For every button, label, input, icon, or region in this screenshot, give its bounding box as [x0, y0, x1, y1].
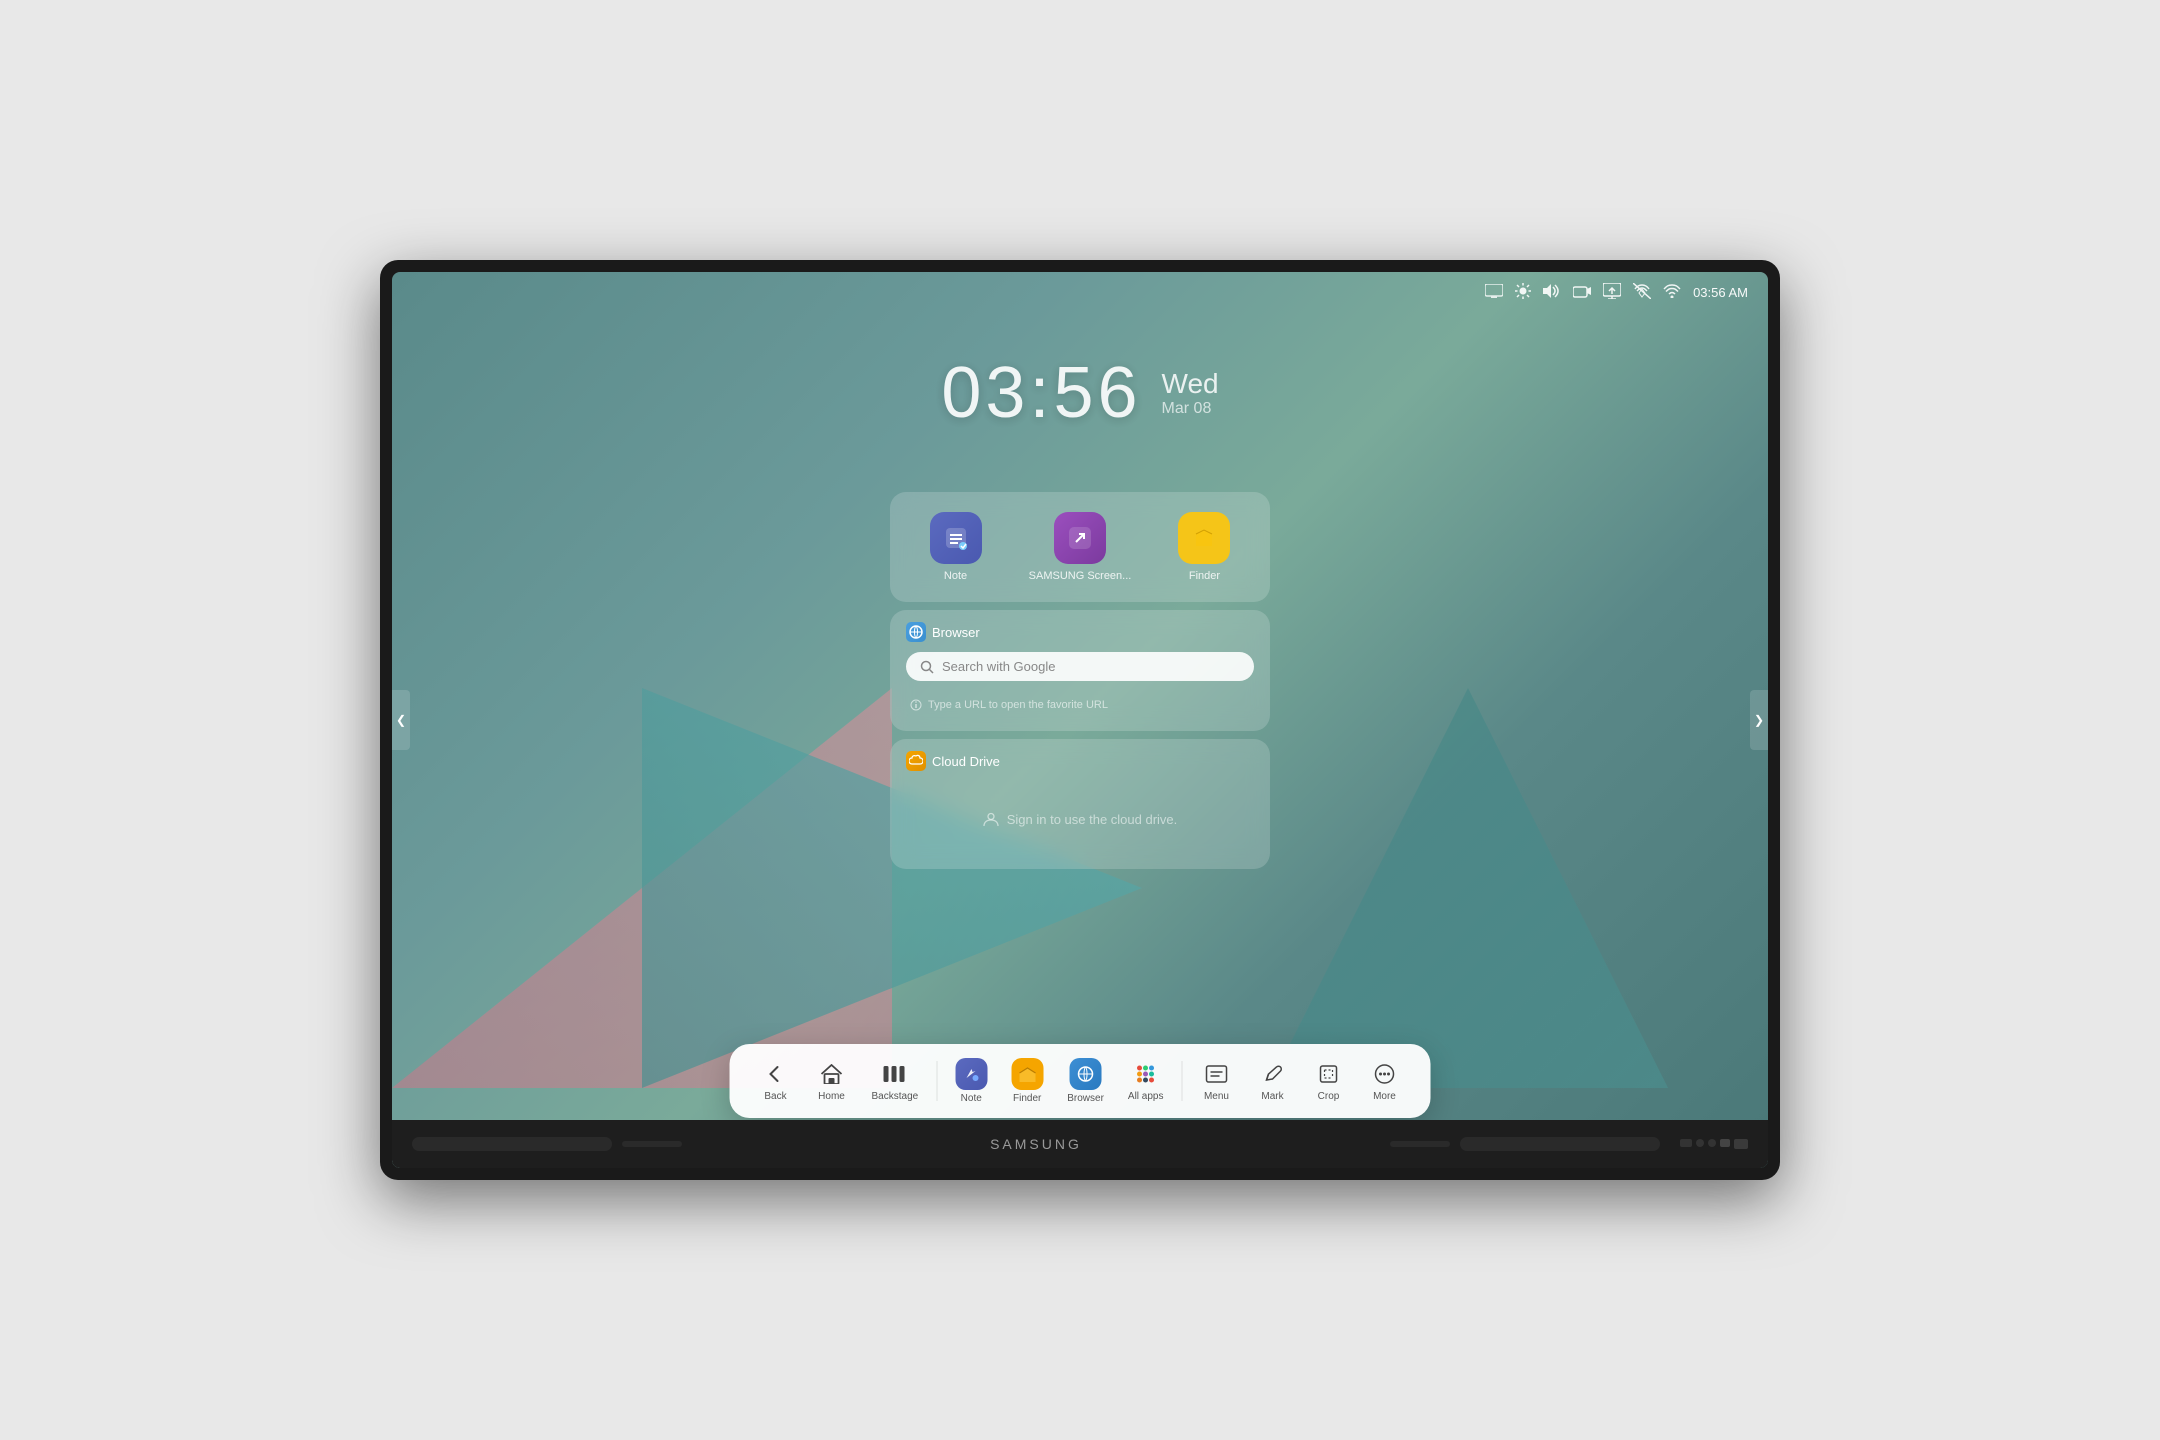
volume-icon[interactable] [1543, 284, 1561, 301]
speaker-right [1460, 1137, 1660, 1151]
app-item-samsung-screen[interactable]: SAMSUNG Screen... [1029, 512, 1132, 582]
apps-card: Note SAMSUNG Screen... [890, 492, 1270, 602]
mark-label: Mark [1261, 1091, 1283, 1102]
browser-taskbar-icon [1070, 1058, 1102, 1090]
taskbar-mark[interactable]: Mark [1246, 1054, 1298, 1108]
home-icon [818, 1060, 846, 1088]
side-handle-right[interactable]: ❯ [1750, 690, 1768, 750]
clock-time: 03:56 [941, 352, 1141, 434]
bottom-btn-right [1390, 1141, 1450, 1147]
more-icon [1370, 1060, 1398, 1088]
backstage-label: Backstage [872, 1091, 919, 1102]
menu-label: Menu [1204, 1091, 1229, 1102]
clock-monthday: Mar 08 [1162, 400, 1219, 418]
tv-bottom-bezel: SAMSUNG [392, 1120, 1768, 1168]
taskbar-more[interactable]: More [1358, 1054, 1410, 1108]
taskbar-crop[interactable]: Crop [1302, 1054, 1354, 1108]
tv-screen: 03:56 AM 03:56 Wed Mar 08 [392, 272, 1768, 1168]
browser-card-header: Browser [906, 622, 1254, 642]
bg-shape-dark [1268, 688, 1668, 1088]
menu-icon [1202, 1060, 1230, 1088]
allapps-label: All apps [1128, 1091, 1164, 1102]
browser-taskbar-label: Browser [1067, 1093, 1104, 1104]
taskbar-menu[interactable]: Menu [1190, 1054, 1242, 1108]
user-icon [983, 811, 999, 827]
back-label: Back [764, 1091, 786, 1102]
status-bar: 03:56 AM [392, 272, 1768, 312]
cloud-card-header: Cloud Drive [906, 751, 1254, 771]
browser-header-icon [906, 622, 926, 642]
back-icon [762, 1060, 790, 1088]
brightness-icon[interactable] [1515, 283, 1531, 302]
taskbar-divider-2 [1181, 1061, 1182, 1101]
screen-mirroring-icon[interactable] [1485, 284, 1503, 301]
browser-hint: Type a URL to open the favorite URL [906, 691, 1254, 719]
note-taskbar-icon [955, 1058, 987, 1090]
backstage-icon [881, 1060, 909, 1088]
samsung-screen-icon[interactable] [1054, 512, 1106, 564]
browser-hint-text: Type a URL to open the favorite URL [928, 699, 1108, 711]
note-app-icon[interactable] [930, 512, 982, 564]
app-item-note[interactable]: Note [930, 512, 982, 582]
samsung-screen-label: SAMSUNG Screen... [1029, 570, 1132, 582]
cloud-signin-area[interactable]: Sign in to use the cloud drive. [906, 781, 1254, 857]
hint-icon [910, 699, 922, 711]
crop-label: Crop [1318, 1091, 1340, 1102]
bottom-btn-left [622, 1141, 682, 1147]
cloud-header-icon [906, 751, 926, 771]
taskbar-back[interactable]: Back [750, 1054, 802, 1108]
status-time: 03:56 AM [1693, 285, 1748, 300]
taskbar-browser[interactable]: Browser [1057, 1052, 1114, 1110]
tv-device: 03:56 AM 03:56 Wed Mar 08 [380, 260, 1780, 1180]
finder-app-label: Finder [1189, 570, 1220, 582]
network-block-icon[interactable] [1633, 283, 1651, 302]
cards-area: Note SAMSUNG Screen... [890, 492, 1270, 869]
note-app-label: Note [944, 570, 967, 582]
taskbar-backstage[interactable]: Backstage [862, 1054, 929, 1108]
finder-taskbar-label: Finder [1013, 1093, 1041, 1104]
cloud-signin-text: Sign in to use the cloud drive. [1007, 812, 1178, 827]
search-placeholder: Search with Google [942, 659, 1055, 674]
home-label: Home [818, 1091, 845, 1102]
finder-taskbar-icon [1011, 1058, 1043, 1090]
brand-logo: SAMSUNG [990, 1136, 1082, 1152]
port-area [1680, 1139, 1748, 1149]
screen-share-icon[interactable] [1603, 283, 1621, 302]
search-icon [920, 660, 934, 674]
browser-search-bar[interactable]: Search with Google [906, 652, 1254, 681]
speaker-left [412, 1137, 612, 1151]
taskbar-home[interactable]: Home [806, 1054, 858, 1108]
wifi-icon[interactable] [1663, 284, 1681, 301]
camera-icon[interactable] [1573, 284, 1591, 301]
taskbar-divider-1 [936, 1061, 937, 1101]
taskbar-finder[interactable]: Finder [1001, 1052, 1053, 1110]
taskbar-allapps[interactable]: All apps [1118, 1054, 1174, 1108]
note-taskbar-label: Note [961, 1093, 982, 1104]
finder-icon[interactable] [1178, 512, 1230, 564]
taskbar: Back Home [730, 1044, 1431, 1118]
mark-icon [1258, 1060, 1286, 1088]
crop-icon [1314, 1060, 1342, 1088]
clock-date: Wed Mar 08 [1162, 368, 1219, 418]
side-handle-left[interactable]: ❮ [392, 690, 410, 750]
browser-card-title: Browser [932, 625, 980, 640]
clock-area: 03:56 Wed Mar 08 [941, 352, 1218, 434]
cloud-card-title: Cloud Drive [932, 754, 1000, 769]
app-item-finder[interactable]: Finder [1178, 512, 1230, 582]
clock-day: Wed [1162, 368, 1219, 400]
taskbar-note[interactable]: Note [945, 1052, 997, 1110]
allapps-icon [1132, 1060, 1160, 1088]
browser-card: Browser Search with Google Type a [890, 610, 1270, 731]
more-label: More [1373, 1091, 1396, 1102]
cloud-drive-card: Cloud Drive Sign in to use the cloud dri… [890, 739, 1270, 869]
